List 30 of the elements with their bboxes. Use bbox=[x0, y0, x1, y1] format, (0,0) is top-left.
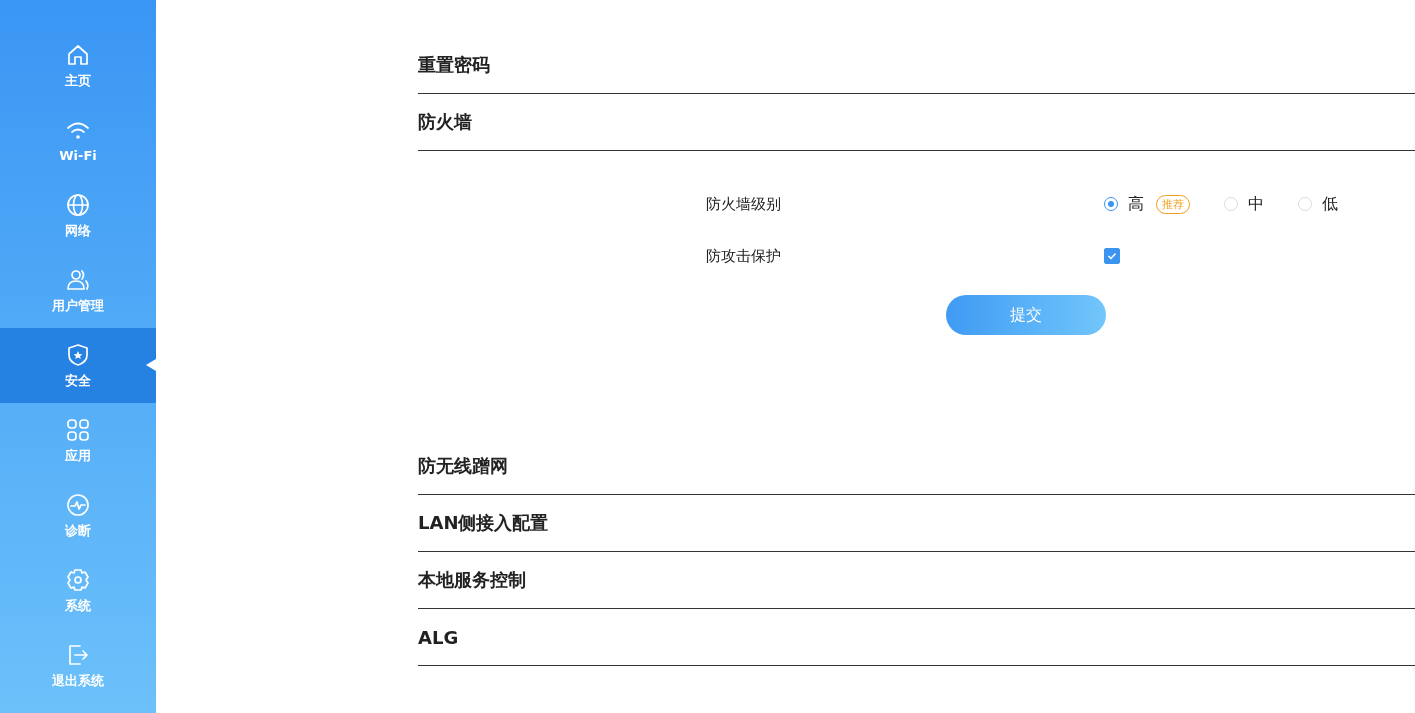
checkbox[interactable] bbox=[1104, 248, 1120, 264]
sidebar-item[interactable]: 退出系统 bbox=[0, 628, 156, 703]
field-label: 防攻击保护 bbox=[705, 246, 782, 266]
section-header[interactable]: 防无线蹭网 bbox=[418, 438, 1415, 495]
sidebar-item[interactable]: 网络 bbox=[0, 178, 156, 253]
shield-star-icon bbox=[65, 341, 91, 368]
settings-icon bbox=[65, 566, 91, 593]
sidebar-item[interactable]: Wi-Fi bbox=[0, 103, 156, 178]
sidebar-item[interactable]: 应用 bbox=[0, 403, 156, 478]
sidebar-item[interactable]: 安全 bbox=[0, 328, 156, 403]
pointer-icon bbox=[146, 359, 156, 371]
globe-icon bbox=[65, 191, 91, 218]
grid-icon bbox=[65, 416, 91, 443]
section-header[interactable]: ALG bbox=[418, 609, 1415, 666]
submit-button[interactable]: 提交 bbox=[946, 295, 1106, 335]
pulse-icon bbox=[65, 491, 91, 518]
section-header[interactable]: LAN侧接入配置 bbox=[418, 495, 1415, 552]
radio-button[interactable] bbox=[1104, 197, 1118, 211]
sidebar-item[interactable]: 主页 bbox=[0, 28, 156, 103]
section-header[interactable]: 本地服务控制 bbox=[418, 552, 1415, 609]
radio-label[interactable]: 低 bbox=[1322, 193, 1338, 215]
sidebar-item[interactable]: 用户管理 bbox=[0, 253, 156, 328]
section-header[interactable]: 防火墙 bbox=[418, 94, 1415, 151]
radio-label[interactable]: 中 bbox=[1248, 193, 1264, 215]
field-label: 防火墙级别 bbox=[705, 194, 782, 214]
sidebar-item[interactable]: 诊断 bbox=[0, 478, 156, 553]
check-icon bbox=[1107, 251, 1117, 261]
section-header[interactable]: 重置密码 bbox=[418, 37, 1415, 94]
radio-label[interactable]: 高 bbox=[1128, 193, 1144, 215]
sidebar-item[interactable]: 系统 bbox=[0, 553, 156, 628]
